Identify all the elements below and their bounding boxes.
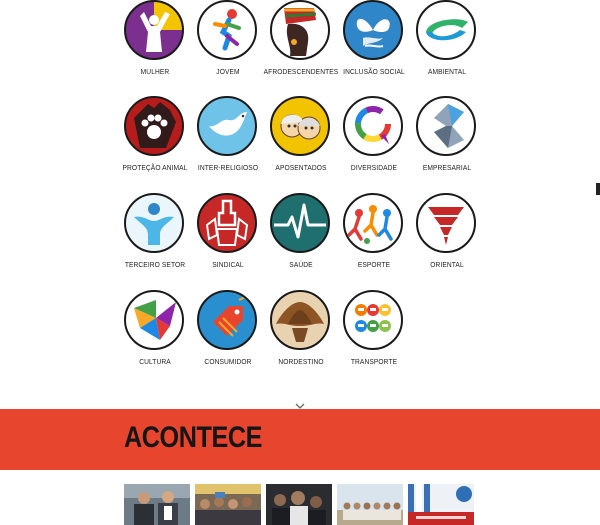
- category-label: AMBIENTAL: [427, 69, 467, 76]
- photo-conference-icon: [408, 484, 474, 525]
- news-thumbnail[interactable]: [195, 484, 261, 525]
- rainbow-speech-bubble-icon: [343, 96, 403, 156]
- dove-icon: [197, 96, 257, 156]
- photo-two-men-icon: [124, 484, 190, 525]
- section-title: ACONTECE: [124, 421, 263, 454]
- green-loop-icon: [416, 0, 476, 60]
- african-woman-profile-icon: [270, 0, 330, 60]
- category-cultura[interactable]: CULTURA: [118, 290, 192, 370]
- elderly-couple-icon: [270, 96, 330, 156]
- woman-raising-arms-icon: [124, 0, 184, 60]
- metal-ribbon-icon: [416, 96, 476, 156]
- scroll-indicator: [596, 183, 600, 195]
- category-afrodescendentes[interactable]: AFRODESCENDENTES: [264, 0, 338, 80]
- category-sindical[interactable]: SINDICAL: [191, 193, 265, 273]
- category-ambiental[interactable]: AMBIENTAL: [410, 0, 484, 80]
- category-label: EMPRESARIAL: [422, 165, 472, 172]
- transport-modes-icon: [343, 290, 403, 350]
- category-protecao-animal[interactable]: PROTEÇÃO ANIMAL: [118, 96, 192, 176]
- category-terceiro-setor[interactable]: TERCEIRO SETOR: [118, 193, 192, 273]
- category-saude[interactable]: SAÚDE: [264, 193, 338, 273]
- news-thumbnail[interactable]: [266, 484, 332, 525]
- photo-crowd-icon: [266, 484, 332, 525]
- athletes-icon: [343, 193, 403, 253]
- red-tornado-icon: [416, 193, 476, 253]
- category-transporte[interactable]: TRANSPORTE: [337, 290, 411, 370]
- category-diversidade[interactable]: DIVERSIDADE: [337, 96, 411, 176]
- photo-audience-icon: [195, 484, 261, 525]
- category-consumidor[interactable]: CONSUMIDOR: [191, 290, 265, 370]
- category-oriental[interactable]: ORIENTAL: [410, 193, 484, 273]
- category-mulher[interactable]: MULHER: [118, 0, 192, 80]
- news-thumbnail[interactable]: [337, 484, 403, 525]
- colorful-origami-icon: [124, 290, 184, 350]
- leather-hat-icon: [270, 290, 330, 350]
- category-inclusao-social[interactable]: INCLUSÃO SOCIAL: [337, 0, 411, 80]
- category-grid: MULHER JOVEM AFRODESCENDENTES INCLUSÃO S…: [118, 0, 488, 380]
- acontece-thumbnail-strip: [124, 484, 484, 525]
- category-esporte[interactable]: ESPORTE: [337, 193, 411, 273]
- category-nordestino[interactable]: NORDESTINO: [264, 290, 338, 370]
- news-thumbnail[interactable]: [124, 484, 190, 525]
- people-circle-icon: [124, 193, 184, 253]
- running-youth-icon: [197, 0, 257, 60]
- heartbeat-line-icon: [270, 193, 330, 253]
- news-thumbnail[interactable]: [408, 484, 474, 525]
- acontece-section-header: ACONTECE: [0, 409, 600, 470]
- category-aposentados[interactable]: APOSENTADOS: [264, 96, 338, 176]
- price-tag-icon: [197, 290, 257, 350]
- category-jovem[interactable]: JOVEM: [191, 0, 265, 80]
- photo-group-outdoor-icon: [337, 484, 403, 525]
- category-label: ORIENTAL: [430, 262, 464, 269]
- chevron-down-icon[interactable]: [295, 397, 305, 409]
- category-label: TRANSPORTE: [350, 359, 398, 366]
- paw-print-hand-icon: [124, 96, 184, 156]
- category-empresarial[interactable]: EMPRESARIAL: [410, 96, 484, 176]
- butterfly-ribbon-icon: [343, 0, 403, 60]
- raised-fists-icon: [197, 193, 257, 253]
- category-inter-religioso[interactable]: INTER-RELIGIOSO: [191, 96, 265, 176]
